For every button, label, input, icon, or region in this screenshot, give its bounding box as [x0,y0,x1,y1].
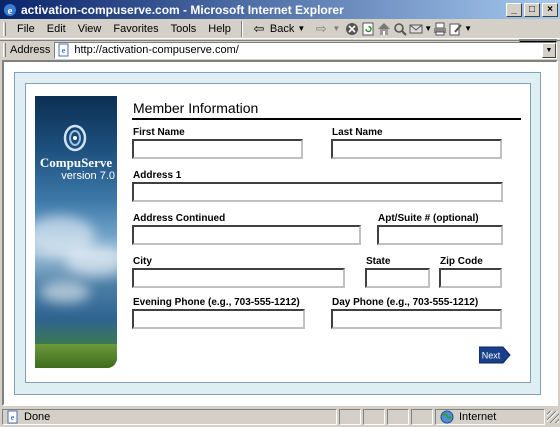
svg-text:e: e [11,413,15,422]
compuserve-version: version 7.0 [61,170,115,182]
menu-file[interactable]: File [11,23,41,35]
address-url[interactable]: http://activation-compuserve.com/ [74,44,542,56]
status-main: e Done [2,409,337,425]
security-zone: Internet [435,409,545,425]
edit-icon[interactable] [448,21,464,37]
state-label: State [366,256,391,267]
forward-dropdown-icon[interactable]: ▼ [332,24,340,33]
next-label: Next [482,351,501,361]
globe-icon [440,410,454,424]
forward-arrow-icon: ⇨ [315,20,327,36]
address-field[interactable]: e http://activation-compuserve.com/ ▼ [54,41,557,59]
compuserve-banner: CompuServe version 7.0 [35,96,117,368]
page-frame: CompuServe version 7.0 Member Informatio… [14,72,541,395]
city-input[interactable] [132,268,345,288]
zip-code-label: Zip Code [440,256,483,267]
address-continued-input[interactable] [132,225,361,245]
compuserve-brand: CompuServe [39,155,113,170]
page-content: CompuServe version 7.0 Member Informatio… [2,60,558,406]
page-icon: e [58,43,69,57]
day-phone-label: Day Phone (e.g., 703-555-1212) [332,297,479,308]
back-dropdown-icon[interactable]: ▼ [297,24,305,33]
evening-phone-label: Evening Phone (e.g., 703-555-1212) [133,297,300,308]
address-label: Address [10,44,51,56]
city-label: City [133,256,152,267]
zip-code-input[interactable] [439,268,502,288]
address-bar: Address e http://activation-compuserve.c… [0,40,560,59]
forward-button[interactable]: ⇨ ▼ [309,21,344,37]
menu-bar: File Edit View Favorites Tools Help ⇦ Ba… [0,19,560,57]
apt-suite-label: Apt/Suite # (optional) [378,213,479,224]
back-button[interactable]: ⇦ Back ▼ [247,21,309,37]
address1-input[interactable] [132,182,503,202]
zone-text: Internet [459,411,497,423]
status-panel-2 [363,409,385,425]
mail-icon[interactable] [408,21,424,37]
internet-explorer-icon: e [4,3,16,17]
close-button[interactable]: × [542,2,558,17]
last-name-label: Last Name [332,127,383,138]
address-grip [3,43,6,57]
resize-grip[interactable] [547,411,559,423]
svg-text:e: e [62,46,66,55]
apt-suite-input[interactable] [377,225,503,245]
evening-phone-input[interactable] [132,309,305,329]
mail-dropdown-icon[interactable]: ▼ [424,24,432,33]
status-panel-4 [411,409,433,425]
menu-grip [3,21,6,36]
menu-view[interactable]: View [72,23,108,35]
next-button[interactable]: Next [479,346,511,364]
home-icon[interactable] [376,21,392,37]
back-label: Back [269,22,295,35]
status-bar: e Done Internet [0,407,560,427]
refresh-icon[interactable] [360,21,376,37]
status-panel-3 [387,409,409,425]
svg-text:e: e [8,5,13,17]
day-phone-input[interactable] [331,309,502,329]
maximize-button[interactable]: □ [524,2,540,17]
first-name-input[interactable] [132,139,303,159]
state-input[interactable] [365,268,430,288]
search-icon[interactable] [392,21,408,37]
address1-label: Address 1 [133,170,182,181]
window-title: activation-compuserve.com - Microsoft In… [21,2,344,17]
menu-help[interactable]: Help [202,23,237,35]
form-title: Member Information [133,100,259,116]
page-done-icon: e [7,410,18,424]
status-panel-1 [339,409,361,425]
toolbar-separator [240,20,243,37]
title-bar[interactable]: e activation-compuserve.com - Microsoft … [0,0,560,19]
browser-window: e activation-compuserve.com - Microsoft … [0,0,560,427]
compuserve-logo-icon [63,124,87,152]
stop-icon[interactable] [344,21,360,37]
menu-tools[interactable]: Tools [165,23,203,35]
menu-favorites[interactable]: Favorites [107,23,164,35]
status-text: Done [24,411,51,423]
title-divider [132,118,521,120]
address-dropdown-icon[interactable]: ▼ [542,42,556,58]
back-arrow-icon: ⇦ [253,20,265,36]
menu-edit[interactable]: Edit [41,23,72,35]
minimize-button[interactable]: _ [506,2,522,17]
form-panel: CompuServe version 7.0 Member Informatio… [25,83,531,383]
edit-dropdown-icon[interactable]: ▼ [464,24,472,33]
print-icon[interactable] [432,21,448,37]
address-continued-label: Address Continued [133,213,226,224]
first-name-label: First Name [133,127,185,138]
last-name-input[interactable] [331,139,502,159]
